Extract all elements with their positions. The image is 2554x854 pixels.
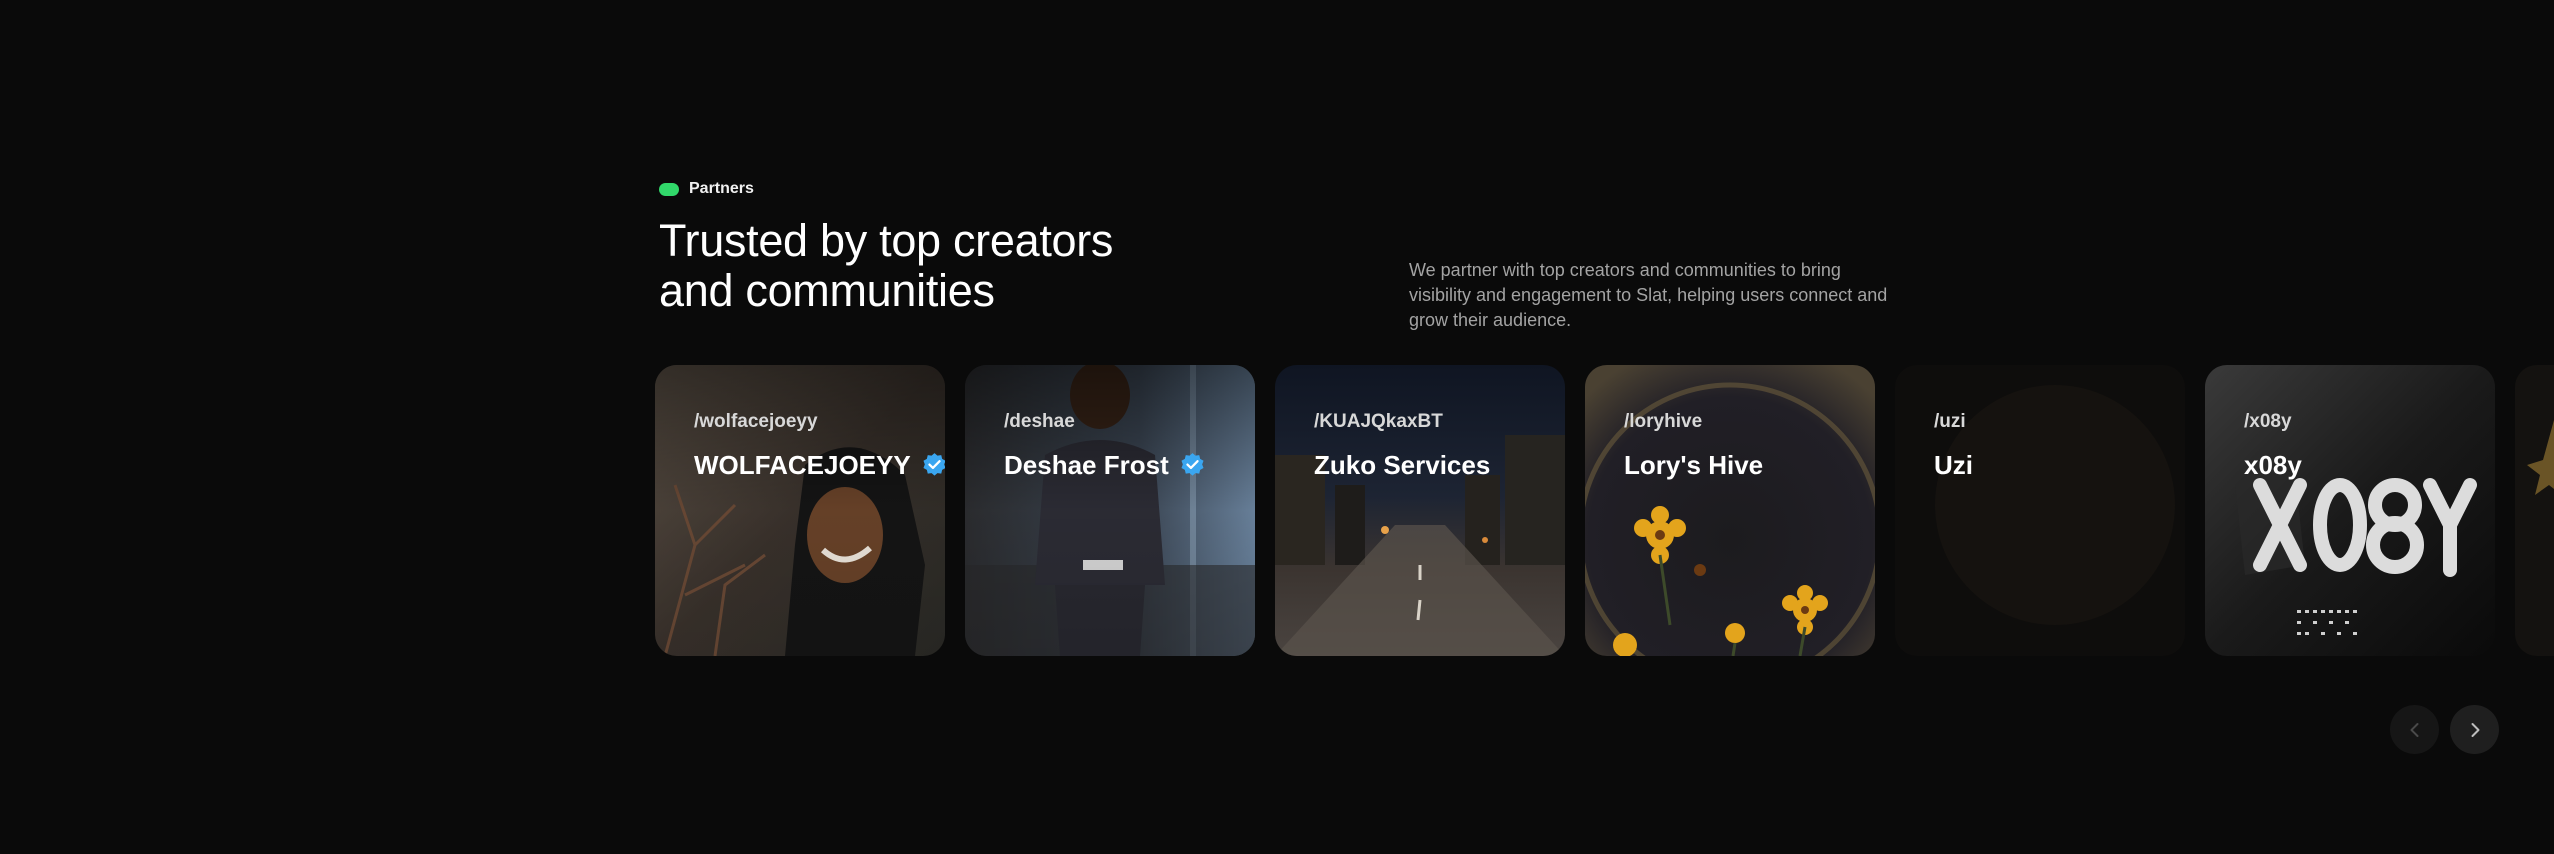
card-handle: /loryhive xyxy=(1624,411,1703,432)
card-photo-x08y xyxy=(2205,365,2495,656)
badge-label: Partners xyxy=(689,180,754,197)
card-name-row: Zuko Services xyxy=(1314,450,1490,481)
card-name: Deshae Frost xyxy=(1004,450,1169,480)
partner-card-uzi[interactable]: /uzi Uzi xyxy=(1895,365,2185,656)
partner-card-wolfacejoeyy[interactable]: /wolfacejoeyy WOLFACEJOEYY xyxy=(655,365,945,656)
card-name-row: Lory's Hive xyxy=(1624,450,1763,481)
card-photo-wolfacejoeyy xyxy=(655,365,945,656)
card-handle: /uzi xyxy=(1934,411,1966,432)
card-photo-loryhive xyxy=(1585,365,1875,656)
carousel-next-button[interactable] xyxy=(2450,705,2499,754)
partner-card-deshae[interactable]: /deshae Deshae Frost xyxy=(965,365,1255,656)
card-name-row: Deshae Frost xyxy=(1004,450,1206,481)
card-photo-partial xyxy=(2515,365,2554,656)
section-heading: Trusted by top creators and communities xyxy=(659,216,1359,316)
heading-line-2: and communities xyxy=(659,265,995,316)
card-name: WOLFACEJOEYY xyxy=(694,450,911,480)
chevron-left-icon xyxy=(2410,722,2418,737)
verified-badge-icon xyxy=(923,453,945,476)
card-name: x08y xyxy=(2244,450,2302,480)
card-handle: /deshae xyxy=(1004,411,1075,432)
card-name-row: x08y xyxy=(2244,450,2302,481)
card-name: Uzi xyxy=(1934,450,1973,480)
partners-section: Partners Trusted by top creators and com… xyxy=(0,0,2554,854)
section-description: We partner with top creators and communi… xyxy=(1409,260,1888,330)
badge-dot xyxy=(659,182,679,196)
partner-card-x08y[interactable]: /x08y x08y xyxy=(2205,365,2495,656)
card-name: Lory's Hive xyxy=(1624,450,1764,480)
section-badge: Partners xyxy=(659,180,754,198)
card-photo-kuajqkaxbt xyxy=(1275,365,1565,656)
card-handle: /x08y xyxy=(2244,411,2292,432)
card-name: Zuko Services xyxy=(1314,450,1491,480)
partner-card-kuajqkaxbt[interactable]: /KUAJQkaxBT Zuko Services xyxy=(1275,365,1565,656)
carousel-prev-button[interactable] xyxy=(2390,705,2439,754)
card-name-row: WOLFACEJOEYY xyxy=(694,450,945,481)
verified-badge-icon xyxy=(1181,453,1204,476)
card-handle: /KUAJQkaxBT xyxy=(1314,411,1443,432)
heading-line-1: Trusted by top creators xyxy=(659,215,1114,266)
card-photo-deshae xyxy=(965,365,1255,656)
card-photo-uzi xyxy=(1895,365,2185,656)
card-name-row: Uzi xyxy=(1934,450,1973,481)
partner-card-loryhive[interactable]: /loryhive Lory's Hive xyxy=(1585,365,1875,656)
card-handle: /wolfacejoeyy xyxy=(694,411,818,432)
partner-card-partial[interactable] xyxy=(2515,365,2554,656)
chevron-right-icon xyxy=(2471,722,2479,737)
